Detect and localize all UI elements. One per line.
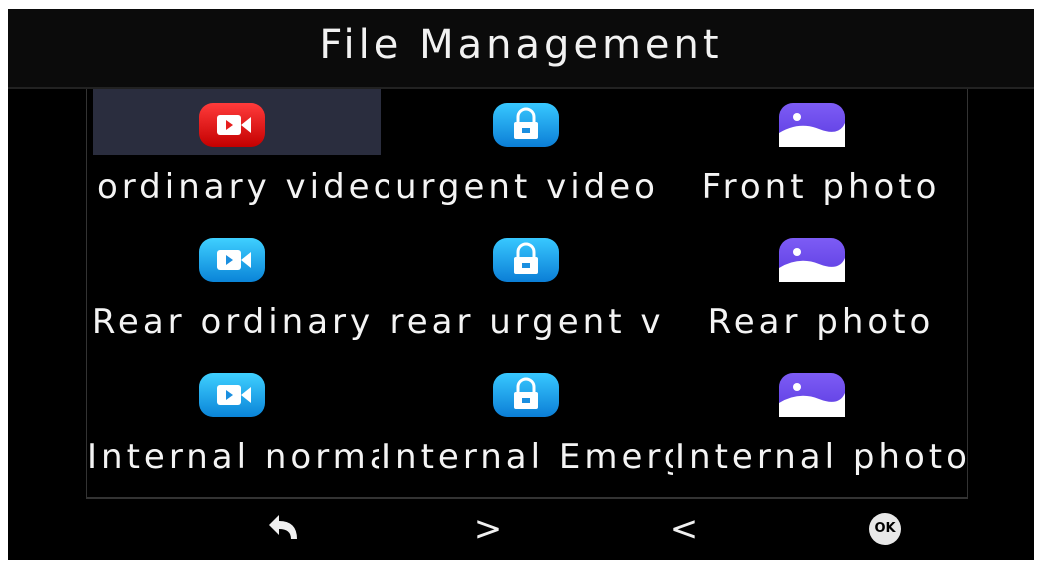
file-item-label: Rear ordinary (91, 302, 375, 342)
file-item-urgent-video[interactable]: urgent video (381, 89, 673, 219)
ok-icon: OK (869, 513, 901, 545)
photo-icon (779, 238, 845, 282)
lock-icon (493, 238, 559, 282)
page-title: File Management (319, 22, 723, 68)
video-camera-icon (199, 103, 265, 147)
lock-icon (493, 373, 559, 417)
lock-icon (493, 103, 559, 147)
file-item-label: Internal normal (87, 437, 379, 477)
file-item-rear-photo[interactable]: Rear photo (675, 224, 967, 354)
file-item-label: Rear photo (707, 302, 935, 342)
video-camera-icon (199, 238, 265, 282)
photo-icon (779, 103, 845, 147)
previous-button[interactable]: < (659, 509, 709, 549)
back-arrow-icon (269, 515, 297, 539)
file-item-label: rear urgent v (389, 302, 665, 342)
next-button[interactable]: > (463, 509, 513, 549)
file-item-internal-photo[interactable]: Internal photo (675, 359, 967, 489)
video-camera-icon (199, 373, 265, 417)
file-item-front-photo[interactable]: Front photo (675, 89, 967, 219)
file-category-grid: ordinary video urgent video Front photo … (86, 89, 968, 499)
ok-label: OK (874, 521, 896, 536)
photo-icon (779, 373, 845, 417)
file-item-label: Internal photo (675, 437, 967, 477)
title-bar: File Management (8, 9, 1034, 89)
file-item-label: urgent video (395, 167, 659, 207)
file-item-ordinary-video[interactable]: ordinary video (87, 89, 389, 219)
file-item-rear-ordinary[interactable]: Rear ordinary (87, 224, 379, 354)
ok-button[interactable]: OK (860, 513, 910, 553)
file-item-internal-normal[interactable]: Internal normal (87, 359, 379, 489)
bottom-toolbar: > < OK (8, 499, 1034, 560)
file-item-label: ordinary video (97, 167, 389, 207)
file-item-rear-urgent[interactable]: rear urgent v (381, 224, 673, 354)
file-item-label: Internal Emergency (381, 437, 673, 477)
device-screen: File Management ordinary video urgent vi… (8, 9, 1034, 560)
back-button[interactable] (257, 509, 307, 549)
file-item-label: Front photo (701, 167, 941, 207)
file-item-internal-emergency[interactable]: Internal Emergency (381, 359, 673, 489)
